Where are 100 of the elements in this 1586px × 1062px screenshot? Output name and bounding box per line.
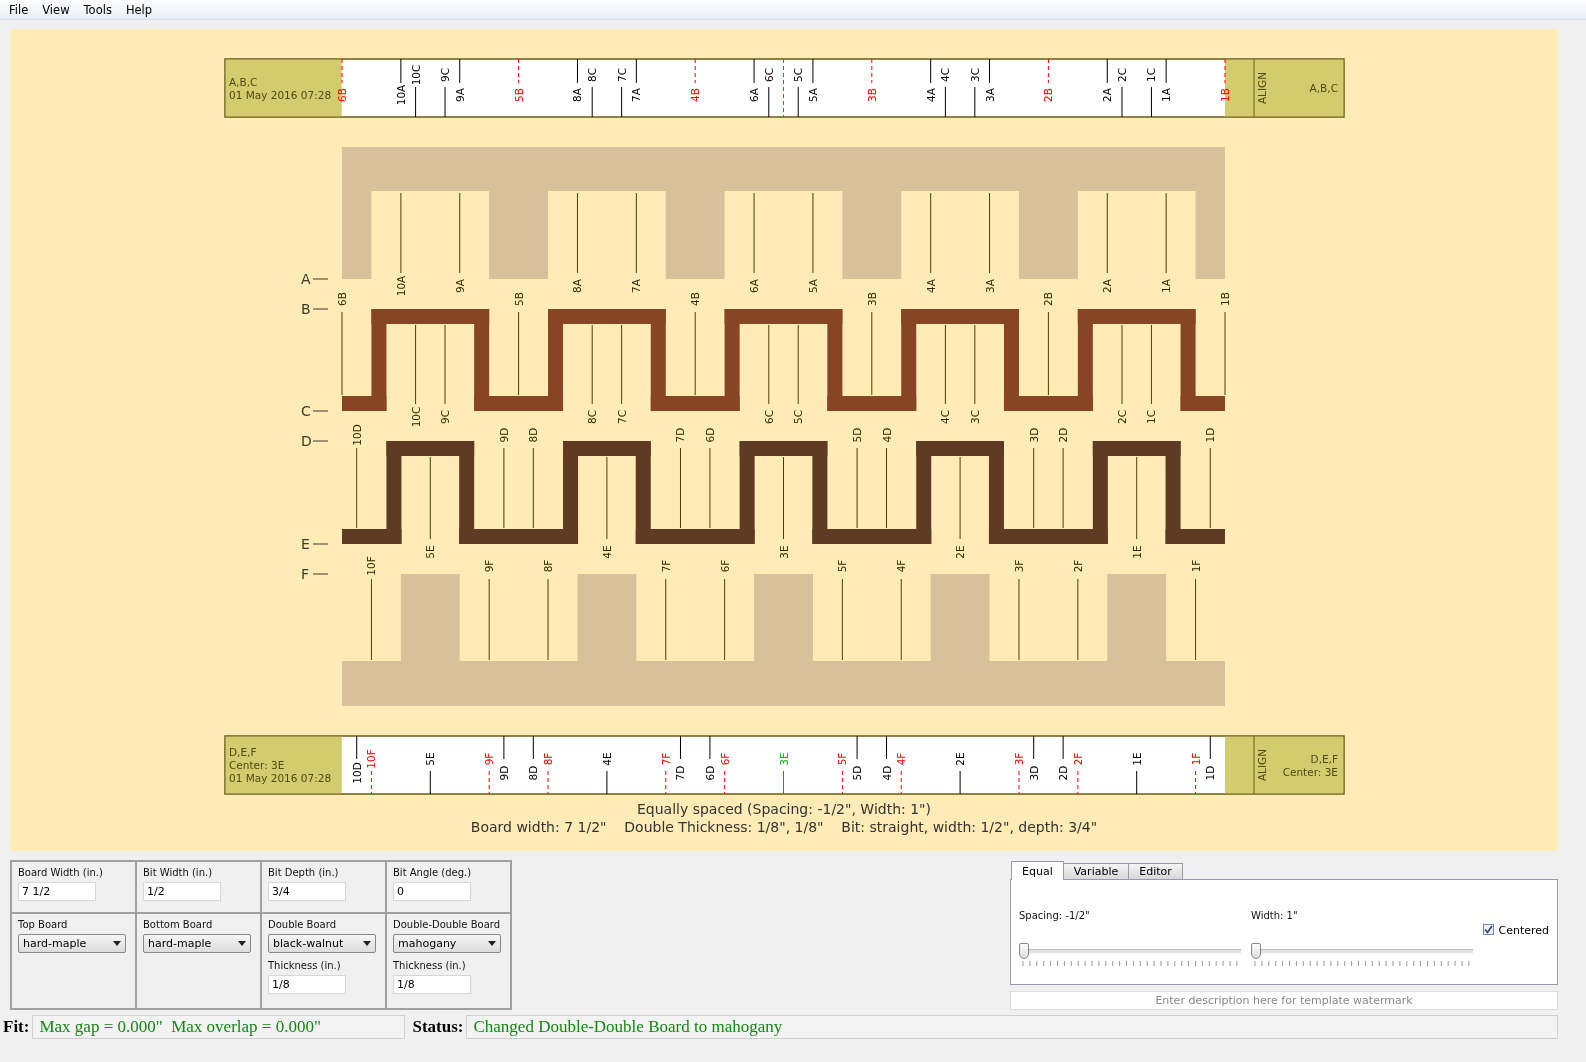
mark-label: 8D [527,427,540,443]
slider[interactable] [1251,943,1473,959]
mark-label: 9A [453,88,466,102]
menu-item[interactable]: View [35,2,77,17]
mark-label: 4F [895,559,908,573]
mark-label: 6B [336,292,348,306]
tab[interactable]: Editor [1128,863,1183,879]
watermark-field[interactable]: Enter description here for template watermark [1010,991,1558,1010]
mark-label: 3E [777,545,790,559]
input-field[interactable]: 7 1/2 [18,882,96,901]
cut-line [1106,59,1108,83]
mark-label: 5E [424,545,437,559]
reference-line [900,771,902,794]
tab[interactable]: Equal [1011,861,1064,880]
mark-label: 3E [777,752,790,766]
menu-item[interactable]: Help [118,2,160,17]
layer-label: C [301,403,311,419]
reference-line [1047,59,1049,83]
input-field[interactable]: 0 [393,882,471,901]
reference-line [518,59,520,83]
cut-line [415,87,417,117]
cut-line [1062,736,1064,759]
mark-label: 9D [497,427,510,443]
mark-label: 5B [512,292,525,306]
caret-icon [488,941,496,946]
mark-label: 3B [865,292,878,306]
mark-label: 4D [880,765,893,781]
reference-line [1224,59,1226,83]
input-field[interactable]: 3/4 [268,882,346,901]
cut-line [886,736,887,759]
dropdown[interactable]: mahogany [393,934,501,953]
mark-label: 8A [571,279,584,293]
caption-line: Center: 3E [1282,765,1338,778]
tab[interactable]: Variable [1062,863,1130,879]
cut-line [532,736,534,759]
mark-label: 1E [1130,545,1143,559]
cut-line [856,736,858,759]
cut-line [1033,736,1035,759]
mark-label: 3C [968,68,981,82]
centered-checkbox[interactable]: Centered [1483,924,1549,938]
input-field[interactable]: 1/2 [143,882,221,901]
mark-label: 6F [718,559,731,573]
mark-label: 3B [865,88,878,102]
center-line [783,771,784,794]
cut-line [1150,87,1152,117]
mark-label: 6D [703,765,716,781]
mark-label: 2C [1116,410,1128,424]
mark-label: 10F [365,556,378,576]
mark-label: 1C [1145,68,1158,82]
layer-label: F [301,566,310,582]
check-icon [1484,925,1494,934]
menu-item[interactable]: Tools [76,2,119,17]
cut-line [944,87,946,117]
slider-thumb[interactable] [1251,943,1261,959]
mark-label: 4D [880,427,893,443]
mark-label: 8D [527,765,540,781]
center-line [783,59,784,117]
mark-label: 4C [939,68,952,82]
dropdown[interactable]: black-walnut [268,934,376,953]
mark-label: 3A [983,279,996,293]
input-field[interactable]: 1/8 [268,975,346,994]
mark-label: 2A [1101,279,1114,293]
mark-label: 2F [1071,559,1084,573]
dropdown[interactable]: hard-maple [18,934,126,953]
mark-label: 8F [542,559,555,573]
mark-label: 4A [924,279,937,293]
mark-label: 1A [1160,88,1173,102]
mark-label: 2B [1042,292,1055,306]
mark-label: 10F [365,749,378,769]
slider-label: Spacing: -1/2" [1019,910,1091,921]
fit-label: Fit: [2,1017,31,1037]
joint-description: Equally spaced (Spacing: -1/2", Width: 1") [637,801,931,817]
menu-item[interactable]: File [2,2,36,17]
caret-icon [113,941,121,946]
mark-label: 1F [1189,752,1202,766]
mark-label: 1E [1130,752,1143,766]
cut-line [1209,736,1211,759]
slider-thumb[interactable] [1019,943,1029,959]
reference-line [841,771,843,794]
mark-label: 1D [1204,765,1217,781]
reference-line [694,59,696,83]
mark-label: 10C [409,406,422,428]
slider[interactable] [1019,943,1241,959]
mark-label: 2D [1057,427,1070,443]
mark-label: 10C [409,64,422,86]
cut-line [621,87,623,117]
mark-label: 2D [1057,765,1070,781]
mark-label: 1A [1160,279,1173,293]
input-field[interactable]: 1/8 [393,975,471,994]
mark-label: 2E [954,752,967,766]
mark-label: 3A [983,88,996,102]
mark-label: 1F [1189,559,1202,573]
cut-line [812,59,814,83]
cut-line [1165,59,1167,83]
dropdown[interactable]: hard-maple [143,934,251,953]
cut-line [1121,87,1123,117]
field-label: Double-Double Board [393,919,502,930]
reference-line [1077,771,1079,794]
mark-label: 5B [512,88,525,102]
mark-label: 2B [1042,88,1055,102]
